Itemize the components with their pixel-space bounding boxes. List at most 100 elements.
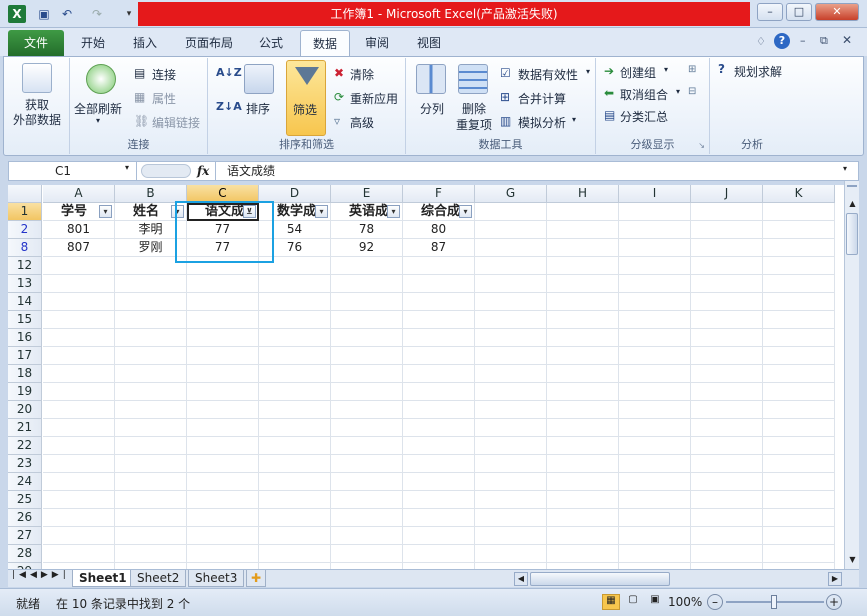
table-cell[interactable] xyxy=(259,383,331,401)
col-header-e[interactable]: E xyxy=(331,185,403,203)
formula-expand-icon[interactable]: ▾ xyxy=(843,164,847,173)
table-cell[interactable] xyxy=(475,311,547,329)
table-cell[interactable] xyxy=(547,221,619,239)
table-cell[interactable] xyxy=(475,221,547,239)
table-cell[interactable] xyxy=(547,347,619,365)
minimize-button[interactable]: – xyxy=(757,3,783,21)
table-cell[interactable] xyxy=(331,545,403,563)
table-cell[interactable] xyxy=(475,365,547,383)
table-cell[interactable] xyxy=(115,293,187,311)
close-button[interactable]: ✕ xyxy=(815,3,859,21)
col-header-b[interactable]: B xyxy=(115,185,187,203)
sort-button[interactable]: 排序 xyxy=(246,100,270,117)
table-cell[interactable] xyxy=(187,383,259,401)
row-header-26[interactable]: 26 xyxy=(8,509,42,527)
filter-dropdown-icon[interactable]: ⊻ xyxy=(243,205,256,218)
table-cell[interactable] xyxy=(475,347,547,365)
validation-button[interactable]: 数据有效性 xyxy=(518,66,578,83)
sort-az-icon[interactable]: A↓Z xyxy=(216,66,242,79)
edit-links-button[interactable]: 编辑链接 xyxy=(152,114,200,131)
table-cell[interactable] xyxy=(763,509,835,527)
table-cell[interactable] xyxy=(475,455,547,473)
table-cell[interactable] xyxy=(187,347,259,365)
row-header-18[interactable]: 18 xyxy=(8,365,42,383)
page-break-view-icon[interactable]: ▣ xyxy=(646,594,664,610)
table-cell[interactable] xyxy=(331,401,403,419)
table-cell[interactable] xyxy=(43,311,115,329)
maximize-button[interactable]: □ xyxy=(786,3,812,21)
table-cell[interactable] xyxy=(115,311,187,329)
hscroll-thumb[interactable] xyxy=(530,572,670,586)
table-cell[interactable] xyxy=(547,473,619,491)
table-cell[interactable] xyxy=(619,293,691,311)
table-cell[interactable] xyxy=(619,509,691,527)
table-cell[interactable] xyxy=(763,383,835,401)
table-cell[interactable] xyxy=(475,473,547,491)
row-header-23[interactable]: 23 xyxy=(8,455,42,473)
table-cell[interactable] xyxy=(403,419,475,437)
table-cell[interactable] xyxy=(475,437,547,455)
table-cell[interactable] xyxy=(331,257,403,275)
clear-button[interactable]: 清除 xyxy=(350,66,374,83)
table-cell[interactable] xyxy=(259,311,331,329)
row-header-22[interactable]: 22 xyxy=(8,437,42,455)
table-cell[interactable] xyxy=(403,347,475,365)
table-cell[interactable] xyxy=(547,293,619,311)
table-cell[interactable] xyxy=(259,347,331,365)
table-cell[interactable] xyxy=(619,527,691,545)
table-cell[interactable] xyxy=(403,311,475,329)
table-cell[interactable] xyxy=(691,509,763,527)
table-cell[interactable] xyxy=(43,545,115,563)
table-cell[interactable] xyxy=(691,311,763,329)
table-cell[interactable] xyxy=(43,293,115,311)
table-cell[interactable] xyxy=(691,401,763,419)
tab-file[interactable]: 文件 xyxy=(8,30,64,56)
table-cell[interactable] xyxy=(691,365,763,383)
table-cell[interactable]: 76 xyxy=(259,239,331,257)
table-cell[interactable] xyxy=(115,437,187,455)
table-cell[interactable] xyxy=(619,329,691,347)
header-cell[interactable] xyxy=(691,203,763,221)
table-cell[interactable] xyxy=(475,293,547,311)
ungroup-dropdown-icon[interactable]: ▾ xyxy=(676,87,680,96)
table-cell[interactable] xyxy=(43,383,115,401)
table-cell[interactable] xyxy=(43,509,115,527)
table-cell[interactable] xyxy=(763,293,835,311)
solver-button[interactable]: 规划求解 xyxy=(734,63,782,80)
table-cell[interactable] xyxy=(619,401,691,419)
table-cell[interactable] xyxy=(43,473,115,491)
formula-splitter[interactable] xyxy=(141,164,191,178)
table-cell[interactable] xyxy=(331,419,403,437)
table-cell[interactable] xyxy=(547,491,619,509)
table-cell[interactable]: 78 xyxy=(331,221,403,239)
row-header-20[interactable]: 20 xyxy=(8,401,42,419)
header-cell[interactable]: 语文成 ⊻ xyxy=(187,203,259,221)
table-cell[interactable] xyxy=(331,437,403,455)
header-cell[interactable]: 学号 ▾ xyxy=(43,203,115,221)
table-cell[interactable] xyxy=(547,329,619,347)
table-cell[interactable] xyxy=(403,509,475,527)
table-cell[interactable] xyxy=(331,383,403,401)
table-cell[interactable] xyxy=(691,419,763,437)
table-cell[interactable] xyxy=(115,473,187,491)
table-cell[interactable] xyxy=(763,239,835,257)
table-cell[interactable] xyxy=(187,437,259,455)
table-cell[interactable] xyxy=(331,527,403,545)
customize-qat-icon[interactable]: ▾ xyxy=(120,5,138,23)
hscroll-left-icon[interactable]: ◀ xyxy=(514,572,528,586)
table-cell[interactable] xyxy=(187,509,259,527)
namebox-dropdown-icon[interactable]: ▾ xyxy=(125,163,129,172)
row-header-13[interactable]: 13 xyxy=(8,275,42,293)
table-cell[interactable] xyxy=(187,257,259,275)
table-cell[interactable] xyxy=(547,437,619,455)
table-cell[interactable] xyxy=(691,455,763,473)
table-cell[interactable] xyxy=(475,401,547,419)
table-cell[interactable] xyxy=(187,419,259,437)
row-header-21[interactable]: 21 xyxy=(8,419,42,437)
table-cell[interactable]: 罗刚 xyxy=(115,239,187,257)
table-cell[interactable] xyxy=(115,401,187,419)
table-cell[interactable] xyxy=(187,329,259,347)
show-detail-icon[interactable]: ⊞ xyxy=(688,64,696,75)
table-cell[interactable] xyxy=(763,365,835,383)
filter-button[interactable]: 筛选 xyxy=(286,60,326,136)
